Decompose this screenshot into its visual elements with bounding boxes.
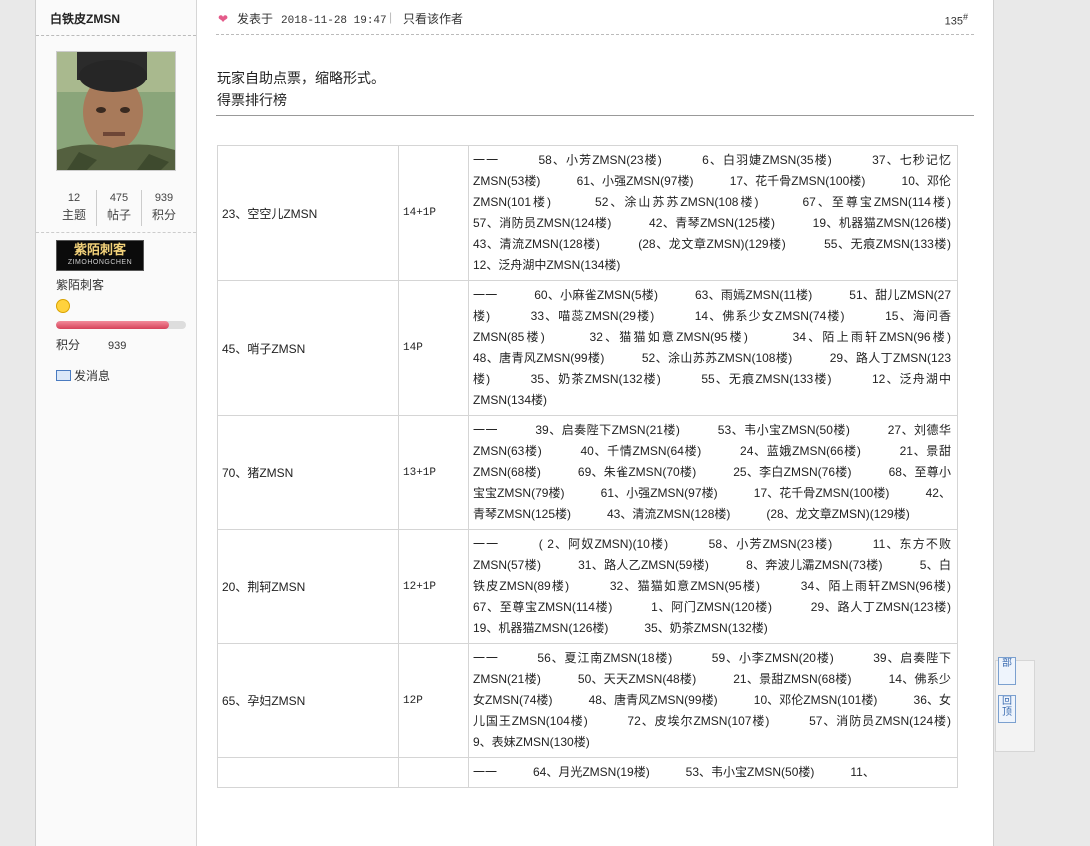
stat-label: 主题 [61, 208, 86, 222]
divider [36, 232, 196, 233]
table-row: 65、孕妇ZMSN 12P 一一 56、夏江南ZMSN(18楼) 59、小李ZM… [217, 643, 987, 758]
voter-list: 一一 60、小麻雀ZMSN(5楼) 63、雨嫣ZMSN(11楼) 51、甜儿ZM… [468, 280, 987, 416]
table-row: 70、猪ZMSN 13+1P 一一 39、启奏陛下ZMSN(21楼) 53、韦小… [217, 415, 958, 530]
medal-badge: 紫陌刺客 ZIMOHONGCHEN [56, 240, 144, 271]
separator: | [389, 10, 393, 24]
candidate-name: 65、孕妇ZMSN [217, 643, 399, 758]
posted-label: 发表于 [237, 12, 274, 26]
author-name[interactable]: 白铁皮ZMSN [50, 10, 120, 27]
divider [216, 115, 974, 116]
avatar[interactable] [56, 51, 176, 171]
bottom-button[interactable]: 部 [998, 657, 1016, 685]
voter-list: 一一 39、启奏陛下ZMSN(21楼) 53、韦小宝ZMSN(50楼) 27、刘… [468, 415, 958, 530]
divider [36, 35, 196, 36]
level-progress-fill [56, 321, 170, 329]
vote-count: 12+1P [398, 529, 469, 644]
stat-label: 积分 [151, 208, 176, 222]
voter-list: 一一 56、夏江南ZMSN(18楼) 59、小李ZMSN(20楼) 39、启奏陛… [468, 643, 987, 758]
medal-title: 紫陌刺客 [73, 242, 126, 257]
stat-value: 939 [154, 192, 174, 204]
points-value: 939 [108, 340, 127, 352]
back-to-top-button[interactable]: 回顶 [998, 695, 1016, 723]
table-row: 45、哨子ZMSN 14P 一一 60、小麻雀ZMSN(5楼) 63、雨嫣ZMS… [217, 280, 987, 416]
candidate-name: 23、空空儿ZMSN [217, 145, 399, 281]
post-intro: 玩家自助点票，缩略形式。 得票排行榜 [217, 67, 385, 111]
stat-posts[interactable]: 475 帖子 [97, 190, 142, 226]
post-container: 白铁皮ZMSN 12 主题 475 帖子 939 积分 紫陌刺客 ZIMOHON… [35, 0, 994, 846]
vote-count: 12P [398, 643, 469, 758]
send-message-label: 发消息 [74, 369, 111, 383]
vote-count [398, 757, 469, 788]
stat-points[interactable]: 939 积分 [142, 190, 186, 226]
voter-list: 一一 58、小芳ZMSN(23楼) 6、白羽婕ZMSN(35楼) 37、七秒记忆… [468, 145, 987, 281]
table-row: 23、空空儿ZMSN 14+1P 一一 58、小芳ZMSN(23楼) 6、白羽婕… [217, 145, 987, 281]
vote-count: 14P [398, 280, 469, 416]
stat-topics[interactable]: 12 主题 [52, 190, 97, 226]
candidate-name: 20、荆轲ZMSN [217, 529, 399, 644]
voter-list: 一一 64、月光ZMSN(19楼) 53、韦小宝ZMSN(50楼) 11、 [468, 757, 958, 788]
table-row: 一一 64、月光ZMSN(19楼) 53、韦小宝ZMSN(50楼) 11、 [217, 757, 958, 788]
table-row: 20、荆轲ZMSN 12+1P 一一 ( 2、阿奴ZMSN)(10楼) 58、小… [217, 529, 987, 644]
stat-label: 帖子 [106, 208, 131, 222]
vote-count: 14+1P [398, 145, 469, 281]
author-sidebar: 白铁皮ZMSN 12 主题 475 帖子 939 积分 紫陌刺客 ZIMOHON… [36, 0, 197, 846]
heart-icon: ❤ [218, 12, 229, 26]
vote-ranking-table: 23、空空儿ZMSN 14+1P 一一 58、小芳ZMSN(23楼) 6、白羽婕… [217, 145, 987, 788]
stat-value: 12 [67, 192, 81, 204]
author-stats: 12 主题 475 帖子 939 积分 [52, 190, 186, 226]
stat-value: 475 [109, 192, 129, 204]
post-time: 发表于 2018-11-28 19:47 [237, 10, 387, 27]
floating-toolbar: 部 回顶 [995, 657, 1035, 752]
post-header: ❤ 发表于 2018-11-28 19:47 | 只看该作者 135# [216, 8, 974, 35]
points-label: 积分 [56, 338, 81, 352]
only-author-link[interactable]: 只看该作者 [403, 10, 463, 27]
floor-value: 135 [944, 15, 963, 28]
medal-subtitle: ZIMOHONGCHEN [67, 259, 133, 266]
vote-count: 13+1P [398, 415, 469, 530]
voter-list: 一一 ( 2、阿奴ZMSN)(10楼) 58、小芳ZMSN(23楼) 11、东方… [468, 529, 987, 644]
floor-suffix: # [962, 12, 968, 22]
intro-line: 玩家自助点票，缩略形式。 [217, 70, 385, 86]
floor-number[interactable]: 135# [945, 12, 968, 28]
points-row: 积分 939 [56, 336, 126, 353]
candidate-name [217, 757, 399, 788]
envelope-icon [56, 370, 71, 381]
smiley-icon [56, 299, 70, 313]
level-progress-bar [56, 321, 186, 329]
user-group: 紫陌刺客 [56, 278, 105, 292]
intro-line: 得票排行榜 [217, 92, 287, 108]
candidate-name: 45、哨子ZMSN [217, 280, 399, 416]
candidate-name: 70、猪ZMSN [217, 415, 399, 530]
post-timestamp: 2018-11-28 19:47 [281, 15, 387, 27]
send-message-link[interactable]: 发消息 [56, 367, 110, 384]
